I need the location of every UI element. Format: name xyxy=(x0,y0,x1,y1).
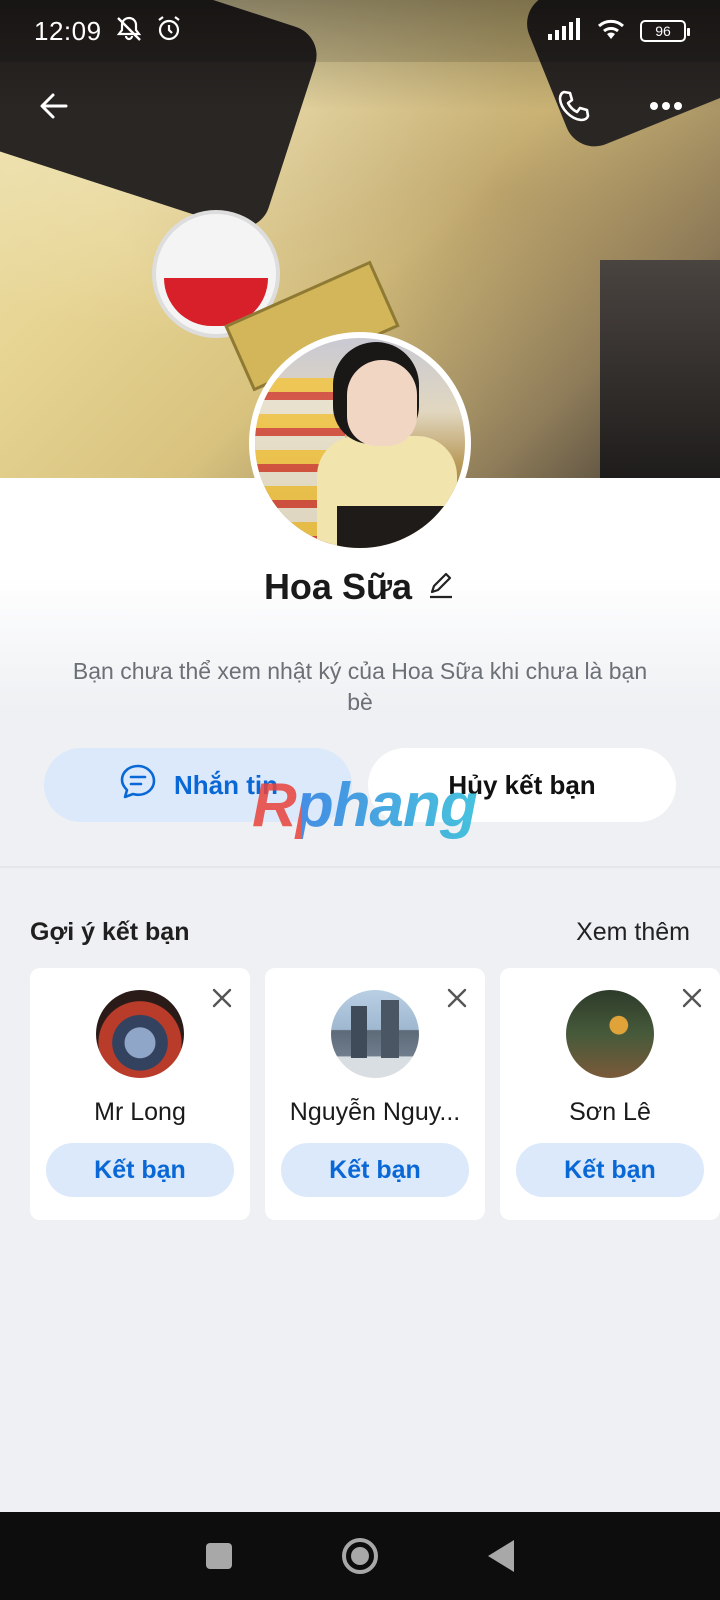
suggestions-title: Gợi ý kết bạn xyxy=(30,917,190,946)
back-icon[interactable] xyxy=(488,1540,514,1572)
more-icon[interactable] xyxy=(642,82,690,130)
add-friend-button[interactable]: Kết bạn xyxy=(46,1143,234,1197)
add-friend-button[interactable]: Kết bạn xyxy=(281,1143,469,1197)
avatar-detail xyxy=(347,360,417,446)
see-more-link[interactable]: Xem thêm xyxy=(576,918,690,947)
alarm-icon xyxy=(154,14,184,49)
suggestion-card[interactable]: Mr Long Kết bạn xyxy=(30,968,250,1220)
suggestion-card[interactable]: Nguyễn Nguy... Kết bạn xyxy=(265,968,485,1220)
suggestion-card[interactable]: Sơn Lê Kết bạn xyxy=(500,968,720,1220)
watermark-logo: Rphang xyxy=(252,771,478,840)
suggestion-name: Nguyễn Nguy... xyxy=(289,1098,461,1126)
suggestion-name: Sơn Lê xyxy=(569,1098,651,1126)
status-time: 12:09 xyxy=(34,15,102,46)
recents-icon[interactable] xyxy=(206,1543,232,1569)
mute-icon xyxy=(114,14,144,49)
avatar-detail xyxy=(337,506,447,548)
avatar[interactable] xyxy=(566,990,654,1078)
battery-icon: 96 xyxy=(640,20,690,42)
close-icon[interactable] xyxy=(443,984,471,1012)
cover-detail xyxy=(600,260,720,478)
section-divider xyxy=(0,866,720,868)
status-bar: 12:09 96 xyxy=(0,0,720,62)
back-arrow-icon[interactable] xyxy=(30,82,78,130)
avatar-image xyxy=(255,338,465,548)
phone-icon[interactable] xyxy=(550,82,598,130)
edit-pencil-icon[interactable] xyxy=(426,570,456,605)
avatar[interactable] xyxy=(331,990,419,1078)
wifi-icon xyxy=(596,17,626,46)
signal-icon xyxy=(548,17,582,45)
suggestion-list: Mr Long Kết bạn Nguyễn Nguy... Kết bạn S… xyxy=(30,968,720,1220)
close-icon[interactable] xyxy=(208,984,236,1012)
add-friend-button[interactable]: Kết bạn xyxy=(516,1143,704,1197)
chat-bubble-icon xyxy=(118,762,158,809)
suggestion-name: Mr Long xyxy=(94,1098,186,1126)
profile-name: Hoa Sữa xyxy=(263,566,413,607)
home-icon[interactable] xyxy=(342,1538,378,1574)
system-nav-bar xyxy=(0,1512,720,1600)
privacy-notice: Bạn chưa thể xem nhật ký của Hoa Sữa khi… xyxy=(72,658,648,715)
profile-avatar[interactable] xyxy=(249,332,471,554)
avatar[interactable] xyxy=(96,990,184,1078)
close-icon[interactable] xyxy=(678,984,706,1012)
profile-name-row: Hoa Sữa xyxy=(0,556,720,618)
suggestions-header: Gợi ý kết bạn Xem thêm xyxy=(30,912,690,952)
top-nav xyxy=(0,78,720,134)
